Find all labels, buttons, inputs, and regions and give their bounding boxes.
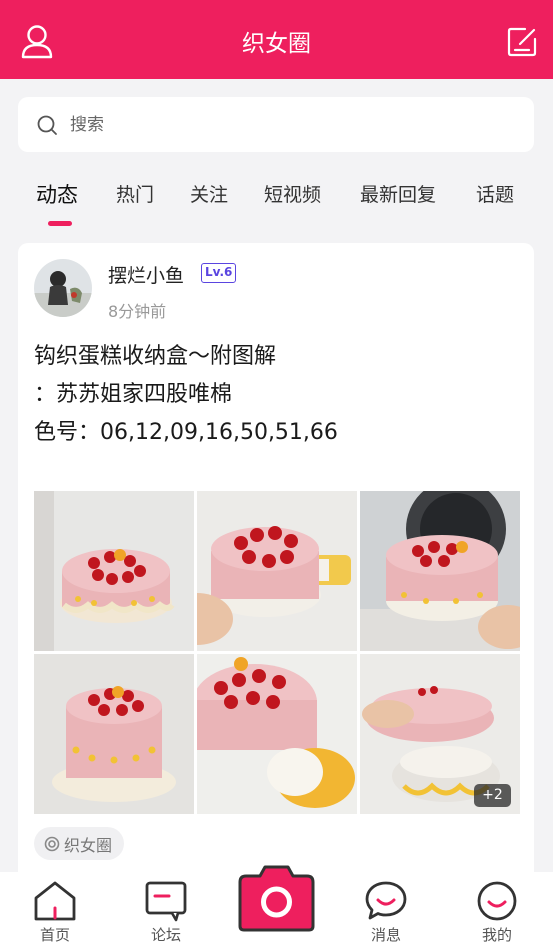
more-images-badge[interactable]: +2 xyxy=(474,784,511,807)
profile-icon xyxy=(477,881,517,921)
post-image[interactable] xyxy=(197,491,357,651)
search-bar[interactable] xyxy=(18,97,534,152)
post-text[interactable]: 钩织蛋糕收纳盒～附图解 ：苏苏姐家四股唯棉 色号：06,12,09,16,50,… xyxy=(34,338,524,452)
tab-short-video[interactable]: 短视频 xyxy=(264,180,321,207)
nav-forum-label: 论坛 xyxy=(150,926,181,944)
nav-messages-label: 消息 xyxy=(370,926,401,944)
message-icon xyxy=(365,881,407,920)
camera-button[interactable] xyxy=(236,864,317,934)
avatar[interactable] xyxy=(34,259,92,317)
post-image[interactable] xyxy=(34,491,194,651)
post-image[interactable] xyxy=(34,654,194,814)
post-text-line: 钩织蛋糕收纳盒～附图解 xyxy=(34,344,277,369)
nav-messages[interactable]: 消息 xyxy=(351,880,421,945)
post-card[interactable]: 摆烂小鱼 Lv.6 8分钟前 钩织蛋糕收纳盒～附图解 ：苏苏姐家四股唯棉 色号：… xyxy=(18,243,534,883)
nav-profile[interactable]: 我的 xyxy=(462,880,532,945)
post-username[interactable]: 摆烂小鱼 xyxy=(108,261,184,288)
camera-icon xyxy=(238,865,315,932)
tab-latest-reply[interactable]: 最新回复 xyxy=(360,180,436,207)
level-badge: Lv.6 xyxy=(201,263,237,283)
home-icon xyxy=(34,881,76,921)
post-time: 8分钟前 xyxy=(108,302,167,321)
tab-dynamic[interactable]: 动态 xyxy=(36,179,78,209)
nav-forum[interactable]: 论坛 xyxy=(131,880,201,945)
post-text-line: ：苏苏姐家四股唯棉 xyxy=(34,382,233,407)
circle-tag-icon xyxy=(44,836,60,852)
search-input[interactable] xyxy=(70,111,510,139)
edit-icon[interactable] xyxy=(506,26,538,58)
post-image[interactable] xyxy=(360,491,520,651)
forum-icon xyxy=(145,881,187,922)
nav-home[interactable]: 首页 xyxy=(20,880,90,945)
topic-tag-label: 织女圈 xyxy=(64,835,113,855)
tab-follow[interactable]: 关注 xyxy=(190,180,228,207)
tab-hot[interactable]: 热门 xyxy=(116,180,154,207)
nav-home-label: 首页 xyxy=(39,926,70,944)
post-image[interactable] xyxy=(197,654,357,814)
nav-profile-label: 我的 xyxy=(481,926,512,944)
active-tab-indicator xyxy=(48,221,72,226)
post-text-line: 色号：06,12,09,16,50,51,66 xyxy=(34,420,338,445)
topic-tag[interactable]: 织女圈 xyxy=(34,827,125,860)
search-icon xyxy=(36,114,58,136)
page-title: 织女圈 xyxy=(242,31,311,57)
image-grid: +2 xyxy=(34,491,520,815)
top-bar: 织女圈 xyxy=(0,0,553,79)
tab-bar: 动态 热门 关注 短视频 最新回复 话题 xyxy=(0,168,553,228)
bottom-nav: 首页 论坛 消息 我的 xyxy=(0,865,553,952)
tab-topics[interactable]: 话题 xyxy=(476,180,514,207)
